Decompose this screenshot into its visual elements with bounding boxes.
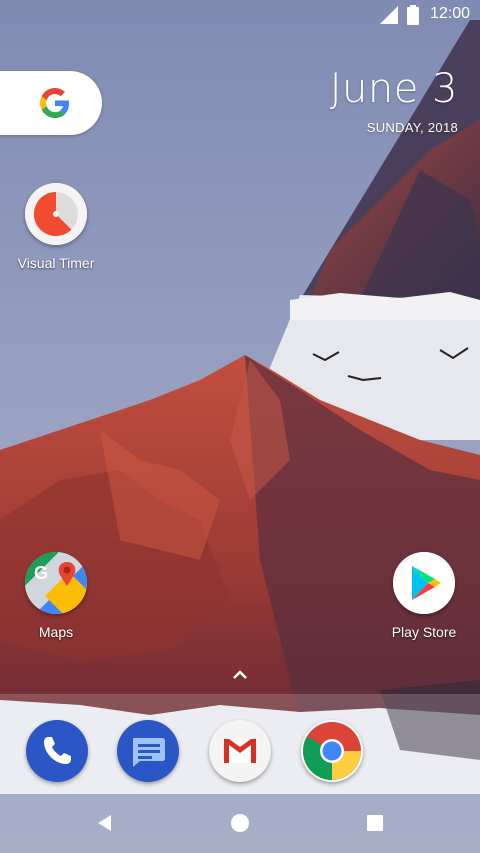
dock (0, 694, 480, 794)
visual-timer-icon (25, 183, 87, 245)
navigation-bar (0, 794, 480, 853)
svg-text:G: G (34, 563, 48, 583)
chevron-up-icon[interactable] (230, 668, 250, 682)
play-store-icon (393, 552, 455, 614)
app-visual-timer[interactable]: Visual Timer (8, 183, 104, 271)
date-widget-date[interactable]: June 3 (330, 66, 458, 112)
google-search-widget[interactable] (0, 71, 102, 135)
gmail-icon[interactable] (209, 720, 271, 782)
maps-icon: G (25, 552, 87, 614)
home-icon[interactable] (225, 808, 255, 838)
app-maps[interactable]: G Maps (8, 552, 104, 640)
google-icon (40, 88, 70, 118)
messages-icon[interactable] (117, 720, 179, 782)
signal-icon (380, 6, 398, 24)
app-label: Play Store (391, 624, 457, 640)
app-label: Visual Timer (17, 255, 95, 271)
phone-icon[interactable] (26, 720, 88, 782)
recents-icon[interactable] (360, 808, 390, 838)
status-time: 12:00 (429, 5, 470, 22)
app-play-store[interactable]: Play Store (376, 552, 472, 640)
date-widget-day: SUNDAY, 2018 (366, 120, 458, 135)
chrome-icon[interactable] (301, 720, 363, 782)
battery-icon (407, 5, 419, 25)
status-bar: 12:00 (0, 0, 480, 30)
back-icon[interactable] (90, 808, 120, 838)
app-label: Maps (38, 624, 74, 640)
